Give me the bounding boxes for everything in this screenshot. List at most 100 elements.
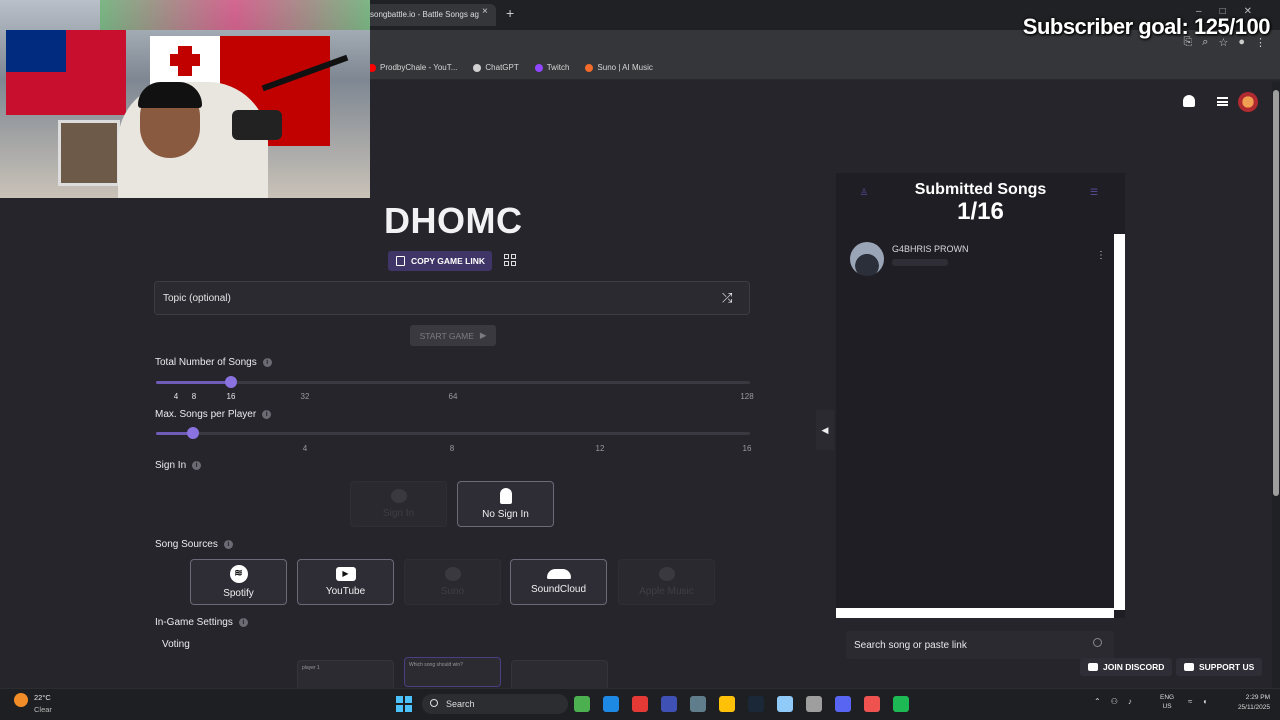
list-item[interactable]: G4BHRIS PROWN ⋮ <box>850 240 1106 276</box>
info-icon[interactable]: i <box>262 358 272 367</box>
total-songs-slider-thumb[interactable] <box>225 376 237 388</box>
user-avatar[interactable] <box>1238 92 1258 112</box>
support-us-button[interactable]: SUPPORT US <box>1176 658 1263 676</box>
song-search-placeholder: Search song or paste link <box>854 639 967 651</box>
user-icon <box>390 489 407 503</box>
weather-icon[interactable] <box>14 693 28 707</box>
network-icon[interactable]: ⚇ <box>1111 697 1118 706</box>
chevron-up-icon[interactable]: ⌃ <box>1094 697 1101 706</box>
kebab-menu-icon[interactable]: ⋮ <box>1096 250 1106 261</box>
bookmark-suno[interactable]: Suno | AI Music <box>585 63 653 72</box>
weather-temperature: 22°C <box>34 693 51 702</box>
song-sources-label: Song Sources i <box>155 539 233 550</box>
bookmark-twitch[interactable]: Twitch <box>534 63 569 72</box>
voting-label: Voting <box>162 639 190 650</box>
total-songs-label: Total Number of Songs i <box>155 357 272 368</box>
tick-8[interactable]: 8 <box>450 444 454 453</box>
taskbar-app-icon[interactable] <box>719 696 735 712</box>
wifi-icon[interactable]: ≈ <box>1188 697 1192 706</box>
panel-scrollbar[interactable] <box>1114 234 1125 610</box>
song-thumbnail <box>850 242 884 276</box>
tick-64[interactable]: 64 <box>449 392 458 401</box>
bookmark-chatgpt[interactable]: ChatGPT <box>473 63 519 72</box>
taskbar-app-icon[interactable] <box>806 696 822 712</box>
tick-16[interactable]: 16 <box>227 392 236 401</box>
no-sign-in-option[interactable]: No Sign In <box>457 481 554 527</box>
voting-option-3[interactable] <box>511 660 608 690</box>
mic-icon[interactable]: ♪ <box>1128 697 1132 706</box>
max-songs-slider-thumb[interactable] <box>187 427 199 439</box>
tab-title: songbattle.io - Battle Songs ag <box>370 10 479 19</box>
tick-4[interactable]: 4 <box>174 392 178 401</box>
start-game-label: START GAME <box>419 330 474 341</box>
panel-horizontal-scrollbar[interactable] <box>836 608 1114 618</box>
sign-in-option[interactable]: Sign In <box>350 481 447 527</box>
bell-icon[interactable] <box>1183 95 1195 107</box>
collapse-panel-button[interactable]: ◀ <box>816 410 834 450</box>
tick-12[interactable]: 12 <box>596 444 605 453</box>
taskbar-app-icon[interactable] <box>632 696 648 712</box>
topic-input[interactable]: Topic (optional) <box>154 281 750 315</box>
info-icon[interactable]: i <box>238 618 248 627</box>
clock[interactable]: 2:29 PM 25/11/2025 <box>1226 693 1270 713</box>
webcam-overlay <box>0 0 370 198</box>
apple-music-icon <box>658 567 675 581</box>
copy-game-link-button[interactable]: COPY GAME LINK <box>388 251 492 271</box>
suno-icon <box>444 567 461 581</box>
info-icon[interactable]: i <box>262 410 272 419</box>
tab-close-icon[interactable]: × <box>482 6 488 17</box>
tick-32[interactable]: 32 <box>301 392 310 401</box>
language-indicator[interactable]: ENG US <box>1160 693 1174 711</box>
menu-icon[interactable] <box>1217 97 1228 106</box>
max-songs-slider[interactable] <box>156 432 750 435</box>
taskbar-app-icon[interactable] <box>690 696 706 712</box>
qr-code-icon[interactable] <box>504 254 516 266</box>
chatgpt-icon <box>473 63 482 72</box>
browser-tab[interactable]: songbattle.io - Battle Songs ag <box>362 4 496 26</box>
tick-4[interactable]: 4 <box>303 444 307 453</box>
tick-8[interactable]: 8 <box>192 392 196 401</box>
microphone <box>232 110 282 140</box>
voting-option-1[interactable]: player 1 <box>297 660 394 690</box>
tick-128[interactable]: 128 <box>740 392 753 401</box>
join-discord-label: JOIN DISCORD <box>1103 662 1165 672</box>
in-game-settings-text: In-Game Settings <box>155 617 233 628</box>
clock-time: 2:29 PM <box>1245 694 1270 701</box>
voting-option-label: Which song should win? <box>409 662 463 668</box>
taskbar-app-icon[interactable] <box>893 696 909 712</box>
page-scrollbar-thumb[interactable] <box>1273 90 1279 496</box>
system-tray: ⌃ ⚇ ♪ <box>1094 697 1132 706</box>
clock-date: 25/11/2025 <box>1237 704 1270 711</box>
taskbar-app-icon[interactable] <box>748 696 764 712</box>
source-suno[interactable]: Suno <box>404 559 501 605</box>
taskbar-app-icon[interactable] <box>864 696 880 712</box>
search-icon[interactable] <box>1093 638 1102 647</box>
max-songs-text: Max. Songs per Player <box>155 409 257 420</box>
taskbar-app-icon[interactable] <box>574 696 590 712</box>
volume-icon[interactable]: ◖ <box>1202 697 1207 706</box>
tick-16[interactable]: 16 <box>743 444 752 453</box>
taskbar-search[interactable]: Search <box>422 694 568 714</box>
source-soundcloud[interactable]: SoundCloud <box>510 559 607 605</box>
support-us-label: SUPPORT US <box>1199 662 1255 672</box>
soundcloud-icon <box>546 569 571 579</box>
shuffle-icon[interactable]: ⤮ <box>722 290 732 306</box>
source-apple-music[interactable]: Apple Music <box>618 559 715 605</box>
bookmark-prodbychale[interactable]: ProdbyChale - YouT... <box>368 63 457 72</box>
start-game-button[interactable]: START GAME ▶ <box>410 325 496 346</box>
taskbar-app-icon[interactable] <box>777 696 793 712</box>
taskbar-app-icon[interactable] <box>835 696 851 712</box>
song-search-input[interactable]: Search song or paste link <box>846 631 1114 659</box>
info-icon[interactable]: i <box>192 461 202 470</box>
voting-option-2[interactable]: Which song should win? <box>404 657 501 687</box>
incognito-icon <box>499 488 512 504</box>
join-discord-button[interactable]: JOIN DISCORD <box>1080 658 1173 676</box>
taskbar-app-icon[interactable] <box>603 696 619 712</box>
source-youtube[interactable]: ▶ YouTube <box>297 559 394 605</box>
windows-start-icon[interactable] <box>396 696 412 712</box>
taskbar-app-icon[interactable] <box>661 696 677 712</box>
source-spotify[interactable]: ≋ Spotify <box>190 559 287 605</box>
new-tab-button[interactable]: + <box>506 5 514 21</box>
total-songs-slider[interactable] <box>156 381 750 384</box>
info-icon[interactable]: i <box>223 540 233 549</box>
